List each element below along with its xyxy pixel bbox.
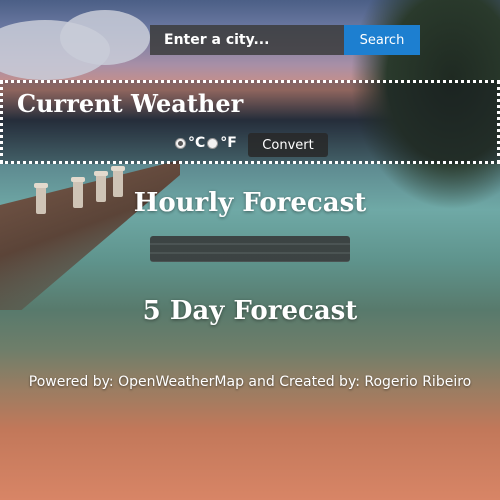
five-day-forecast-title: 5 Day Forecast bbox=[142, 296, 358, 326]
celsius-label: °C bbox=[188, 135, 206, 151]
current-weather-title: Current Weather bbox=[17, 89, 244, 118]
convert-button[interactable]: Convert bbox=[248, 133, 328, 157]
city-search-input[interactable] bbox=[150, 25, 344, 55]
footer-credits: Powered by: OpenWeatherMap and Created b… bbox=[28, 374, 472, 390]
background-pier bbox=[0, 160, 180, 310]
current-weather-panel: Current Weather °C °F Convert bbox=[0, 80, 500, 164]
fahrenheit-label: °F bbox=[220, 135, 237, 151]
search-button[interactable]: Search bbox=[344, 25, 420, 55]
hourly-forecast-title: Hourly Forecast bbox=[133, 188, 367, 218]
unit-toggle: °C °F bbox=[175, 135, 239, 151]
hourly-forecast-container bbox=[150, 236, 350, 262]
background-cloud bbox=[60, 10, 150, 65]
fahrenheit-radio[interactable] bbox=[207, 137, 219, 149]
celsius-radio[interactable] bbox=[175, 137, 186, 149]
search-bar: Search bbox=[150, 25, 420, 55]
